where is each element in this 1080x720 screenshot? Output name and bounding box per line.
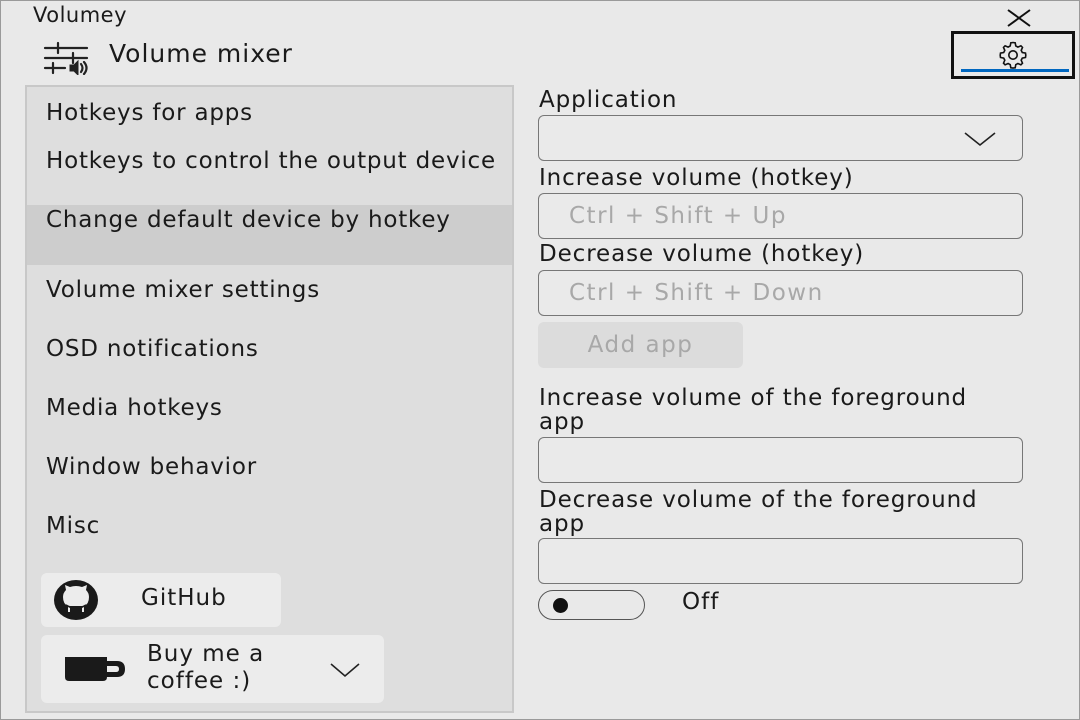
toggle-switch[interactable] xyxy=(538,590,645,620)
increase-volume-hotkey-field[interactable] xyxy=(538,193,1023,239)
sidebar-item-media-hotkeys[interactable]: Media hotkeys xyxy=(27,396,512,421)
application-dropdown[interactable] xyxy=(538,115,1023,161)
decrease-volume-hotkey-field[interactable] xyxy=(538,270,1023,316)
fg-decrease-volume-label: Decrease volume of the foreground app xyxy=(539,487,978,537)
increase-volume-hotkey-input[interactable] xyxy=(567,198,1011,234)
close-icon xyxy=(1007,9,1031,27)
chevron-down-icon xyxy=(330,663,360,678)
sidebar-item-hotkeys-output-device[interactable]: Hotkeys to control the output device xyxy=(27,149,512,199)
fg-decrease-volume-field[interactable] xyxy=(538,538,1023,584)
github-icon xyxy=(54,580,98,620)
github-button[interactable]: GitHub xyxy=(41,573,281,627)
sidebar-item-window-behavior[interactable]: Window behavior xyxy=(27,455,512,480)
decrease-volume-label: Decrease volume (hotkey) xyxy=(539,241,865,267)
sidebar-item-change-default-device[interactable]: Change default device by hotkey xyxy=(27,205,512,265)
decrease-volume-hotkey-input[interactable] xyxy=(567,275,1011,311)
page-title: Volume mixer xyxy=(109,39,293,68)
github-label: GitHub xyxy=(141,585,227,611)
app-window: Volumey Volume mixer Hotkeys for apps Ho… xyxy=(0,0,1080,720)
add-app-button[interactable]: Add app xyxy=(538,322,743,368)
sidebar-item-misc[interactable]: Misc xyxy=(27,514,512,539)
application-label: Application xyxy=(539,87,678,113)
coffee-cup-icon xyxy=(65,657,125,681)
sidebar: Hotkeys for apps Hotkeys to control the … xyxy=(25,85,514,713)
window-title: Volumey xyxy=(33,3,128,27)
sidebar-item-volume-mixer-settings[interactable]: Volume mixer settings xyxy=(27,278,512,303)
toggle-knob xyxy=(553,598,568,613)
sidebar-item-hotkeys-for-apps[interactable]: Hotkeys for apps xyxy=(27,101,512,126)
gear-icon xyxy=(999,41,1027,69)
buy-me-a-coffee-button[interactable]: Buy me a coffee :) xyxy=(41,635,384,703)
fg-increase-volume-label: Increase volume of the foreground app xyxy=(539,385,968,435)
increase-volume-label: Increase volume (hotkey) xyxy=(539,165,854,191)
coffee-label: Buy me a coffee :) xyxy=(147,641,265,694)
fg-increase-volume-field[interactable] xyxy=(538,437,1023,483)
fg-increase-volume-input[interactable] xyxy=(567,442,1011,478)
toggle-state-label: Off xyxy=(682,589,720,615)
settings-selected-indicator xyxy=(961,69,1069,72)
close-button[interactable] xyxy=(997,1,1041,35)
sidebar-item-osd-notifications[interactable]: OSD notifications xyxy=(27,337,512,362)
fg-decrease-volume-input[interactable] xyxy=(567,543,1011,579)
chevron-down-icon xyxy=(964,132,996,147)
mixer-sliders-icon xyxy=(43,41,89,75)
